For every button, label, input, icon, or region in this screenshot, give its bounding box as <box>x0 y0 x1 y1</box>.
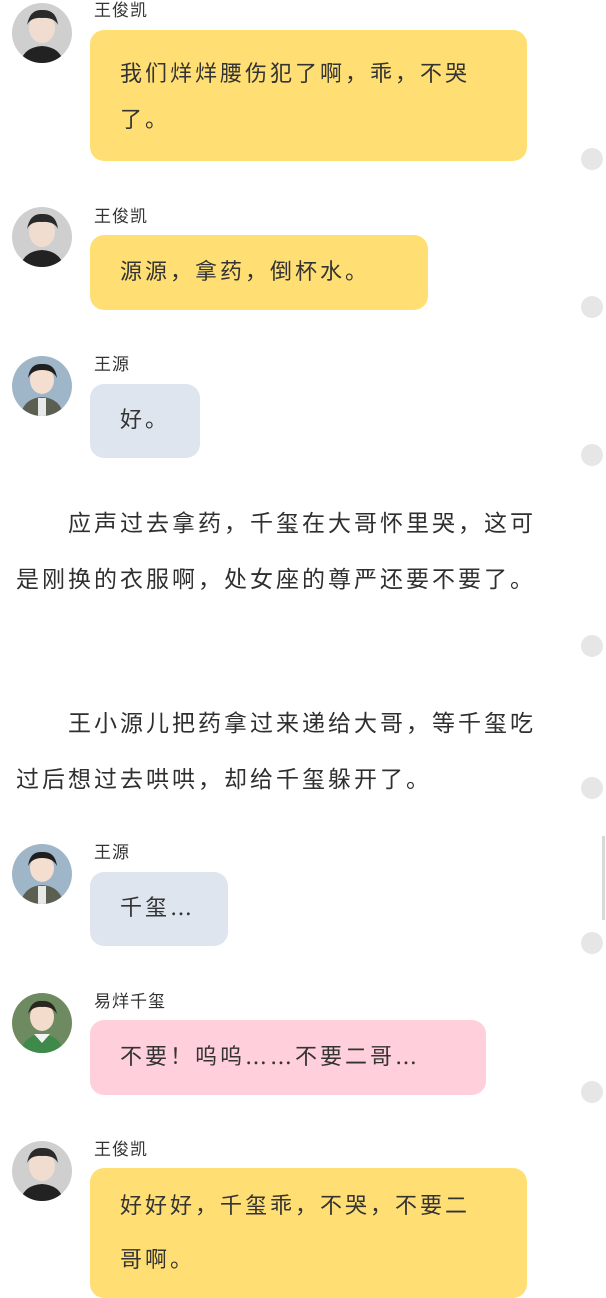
message-bubble[interactable]: 千玺… <box>90 872 228 946</box>
avatar[interactable] <box>12 844 72 904</box>
comment-dot[interactable] <box>581 296 603 318</box>
comment-dot[interactable] <box>581 444 603 466</box>
comment-dot[interactable] <box>581 1081 603 1103</box>
message-bubble[interactable]: 好好好，千玺乖，不哭，不要二哥啊。 <box>90 1168 527 1298</box>
comment-dot[interactable] <box>581 932 603 954</box>
avatar[interactable] <box>12 993 72 1053</box>
avatar[interactable] <box>12 356 72 416</box>
sender-name: 王源 <box>94 355 130 375</box>
narration-paragraph: 王小源儿把药拿过来递给大哥，等千玺吃过后想过去哄哄，却给千玺躲开了。 <box>16 711 536 793</box>
sender-name: 易烊千玺 <box>94 992 166 1012</box>
sender-name: 王俊凯 <box>94 1 148 21</box>
scrollbar[interactable] <box>602 836 605 920</box>
avatar[interactable] <box>12 207 72 267</box>
comment-dot[interactable] <box>581 777 603 799</box>
sender-name: 王俊凯 <box>94 207 148 227</box>
message-bubble[interactable]: 不要！呜呜……不要二哥… <box>90 1020 486 1095</box>
sender-name: 王俊凯 <box>94 1140 148 1160</box>
sender-name: 王源 <box>94 843 130 863</box>
comment-dot[interactable] <box>581 148 603 170</box>
narration-paragraph: 应声过去拿药，千玺在大哥怀里哭，这可是刚换的衣服啊，处女座的尊严还要不要了。 <box>16 511 536 593</box>
avatar[interactable] <box>12 1141 72 1201</box>
comment-dot[interactable] <box>581 635 603 657</box>
avatar[interactable] <box>12 3 72 63</box>
message-bubble[interactable]: 好。 <box>90 384 200 458</box>
message-bubble[interactable]: 我们烊烊腰伤犯了啊，乖，不哭了。 <box>90 30 527 161</box>
message-bubble[interactable]: 源源，拿药，倒杯水。 <box>90 235 428 310</box>
